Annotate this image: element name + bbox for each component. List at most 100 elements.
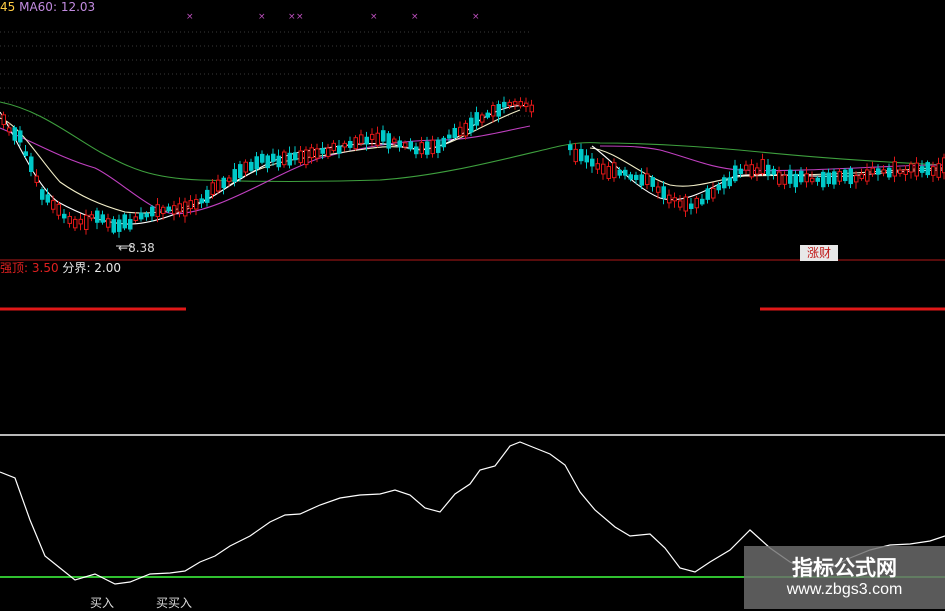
candlesticks — [2, 97, 945, 238]
candle-body — [354, 138, 358, 149]
candle-body — [607, 167, 611, 179]
candle-body — [233, 170, 237, 182]
candle-body — [712, 188, 716, 198]
candle-body — [46, 195, 50, 202]
candle-body — [470, 118, 474, 132]
candle-body — [910, 164, 914, 172]
signal-box: 涨财 — [800, 245, 838, 261]
candle-body — [30, 157, 34, 171]
candle-body — [492, 106, 496, 116]
candle-body — [849, 169, 853, 184]
candle-body — [475, 113, 479, 125]
watermark-url: www.zbgs3.com — [744, 581, 945, 599]
candle-body — [68, 217, 72, 224]
candle-body — [305, 150, 309, 165]
candle-body — [734, 166, 738, 181]
candle-body — [228, 178, 232, 181]
low-price-value: 8.38 — [128, 241, 155, 255]
candle-body — [739, 169, 743, 173]
candle-body — [178, 204, 182, 212]
candle-body — [497, 104, 501, 116]
candle-body — [486, 113, 490, 117]
candle-body — [651, 178, 655, 187]
candle-body — [635, 175, 639, 179]
candle-body — [283, 152, 287, 165]
indicator-name-2: 分界 — [62, 261, 86, 275]
candle-body — [926, 163, 930, 175]
candle-body — [514, 102, 518, 105]
low-price-marker: ←8.38 — [118, 241, 155, 255]
candle-body — [8, 128, 12, 132]
candle-body — [569, 145, 573, 150]
candle-body — [222, 178, 226, 187]
candle-body — [140, 213, 144, 219]
candle-body — [629, 175, 633, 179]
candle-body — [206, 190, 210, 202]
candle-body — [580, 150, 584, 161]
candle-body — [646, 174, 650, 185]
candle-body — [789, 170, 793, 183]
ma-legend: 45 MA60: 12.03 — [0, 0, 95, 14]
candle-body — [200, 199, 204, 203]
candle-body — [844, 170, 848, 180]
candle-body — [41, 190, 45, 200]
candle-body — [250, 162, 254, 170]
candle-body — [129, 220, 133, 229]
candle-body — [877, 169, 881, 174]
candle-body — [19, 131, 23, 142]
candle-body — [690, 204, 694, 208]
candle-body — [613, 163, 617, 178]
candle-body — [778, 172, 782, 184]
candle-body — [244, 162, 248, 172]
candle-body — [904, 170, 908, 174]
candle-body — [299, 151, 303, 162]
candle-body — [822, 172, 826, 186]
indicator-value-2: 2.00 — [94, 261, 121, 275]
candle-body — [409, 142, 413, 149]
candle-body — [426, 142, 430, 154]
candle-body — [888, 168, 892, 177]
candle-body — [519, 102, 523, 106]
candle-body — [448, 135, 452, 138]
candle-body — [805, 174, 809, 182]
candle-body — [162, 207, 166, 213]
candle-body — [52, 201, 56, 210]
candle-body — [695, 198, 699, 207]
candle-body — [503, 102, 507, 107]
candle-body — [349, 141, 353, 147]
candle-body — [239, 165, 243, 178]
candle-body — [134, 217, 138, 221]
candle-body — [63, 214, 67, 218]
candle-body — [96, 211, 100, 222]
candle-body — [827, 173, 831, 183]
candle-body — [382, 131, 386, 141]
candle-body — [321, 149, 325, 154]
candle-body — [866, 170, 870, 181]
candle-body — [915, 163, 919, 176]
candle-body — [728, 178, 732, 186]
candle-body — [624, 170, 628, 175]
watermark: 指标公式网 www.zbgs3.com — [744, 546, 945, 609]
candle-body — [255, 157, 259, 169]
candle-body — [277, 156, 281, 167]
top-marker: × — [296, 12, 304, 22]
candle-body — [112, 220, 116, 233]
candle-body — [365, 137, 369, 144]
indicator-value-1: 3.50 — [32, 261, 59, 275]
candle-body — [217, 180, 221, 191]
candle-body — [767, 165, 771, 175]
candle-body — [107, 219, 111, 227]
top-marker: × — [411, 12, 419, 22]
candle-body — [668, 195, 672, 203]
candle-body — [706, 189, 710, 199]
candle-body — [90, 215, 94, 218]
candle-body — [745, 165, 749, 170]
candle-body — [525, 103, 529, 106]
candle-body — [618, 170, 622, 175]
candle-body — [657, 187, 661, 192]
candle-body — [459, 127, 463, 135]
candle-body — [750, 165, 754, 177]
candle-body — [387, 134, 391, 148]
candle-body — [332, 143, 336, 150]
candle-body — [371, 134, 375, 139]
